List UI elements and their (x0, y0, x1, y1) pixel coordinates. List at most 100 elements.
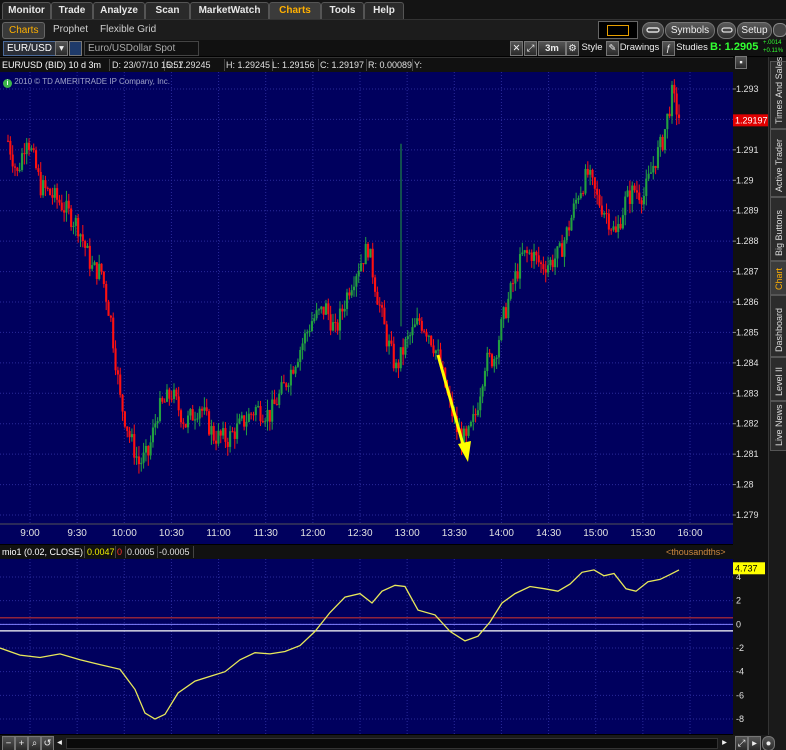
magnifier-icon[interactable]: ⌕ (28, 736, 41, 750)
chart-menu-icon[interactable]: ▪ (735, 56, 747, 69)
fit-icon[interactable]: ▸ (748, 736, 761, 750)
candle-body (222, 428, 225, 436)
menu-tab-help[interactable]: Help (364, 2, 404, 19)
candle-body (30, 148, 33, 150)
candle-body (504, 307, 508, 319)
candle-body (556, 246, 559, 259)
candle-body (476, 410, 479, 416)
candle-body (18, 169, 21, 171)
candle-body (158, 398, 162, 422)
ticker-box[interactable] (598, 21, 638, 39)
indicator-pane[interactable] (0, 559, 733, 734)
link-group-icon[interactable] (69, 41, 82, 56)
reset-zoom-icon[interactable]: ↺ (41, 736, 54, 750)
menu-tab-scan[interactable]: Scan (145, 2, 190, 19)
side-tab-chart[interactable]: Chart (770, 261, 786, 295)
symbol-dropdown-icon[interactable]: ▾ (55, 41, 68, 56)
symbol-input[interactable]: EUR/USD (3, 41, 56, 56)
candle-body (203, 407, 206, 411)
candle-body (130, 434, 133, 438)
candle-body (282, 382, 285, 384)
candle-body (516, 271, 519, 279)
candle-body (259, 406, 262, 422)
time-tick-label: 13:00 (395, 528, 420, 539)
candle-body (63, 210, 66, 213)
subtab-flexible-grid[interactable]: Flexible Grid (94, 22, 162, 37)
bar-open: O: 1.29245 (164, 59, 225, 71)
studies-icon[interactable]: ƒ (662, 41, 675, 56)
scroll-right-icon[interactable]: ▸ (720, 736, 729, 749)
side-tab-label: Live News (774, 404, 784, 446)
window-close-icon[interactable] (773, 23, 786, 37)
candle-body (378, 304, 381, 306)
candle-body (137, 456, 140, 465)
menu-tab-tools[interactable]: Tools (321, 2, 364, 19)
candle-body (483, 370, 486, 387)
candle-body (490, 354, 494, 367)
zoom-out-icon[interactable]: − (2, 736, 15, 750)
drawings-button[interactable]: Drawings (619, 41, 660, 54)
side-tab-live-news[interactable]: Live News (770, 401, 786, 451)
candle-body (226, 441, 229, 447)
menu-tab-marketwatch[interactable]: MarketWatch (190, 2, 269, 19)
info-icon[interactable]: i (3, 79, 12, 88)
menu-tab-charts[interactable]: Charts (269, 2, 321, 19)
side-tab-dashboard[interactable]: Dashboard (770, 295, 786, 357)
candle-body (287, 385, 290, 388)
side-tab-level-ii[interactable]: Level II (770, 357, 786, 401)
candle-body (11, 154, 14, 167)
candle-body (437, 349, 440, 351)
candle-body (343, 309, 346, 312)
candle-body (151, 427, 155, 443)
candle-body (357, 271, 360, 277)
candle-body (385, 324, 388, 347)
gear-icon[interactable]: ⚙ (566, 41, 579, 56)
candle-body (275, 403, 278, 405)
ticker-indicator (607, 25, 629, 36)
side-tab-active-trader[interactable]: Active Trader (770, 129, 786, 197)
candle-body (523, 250, 526, 253)
studies-button[interactable]: Studies (675, 41, 709, 54)
candle-body (338, 308, 342, 331)
subtab-charts[interactable]: Charts (2, 22, 46, 39)
price-chart[interactable]: 9:00 9:30 10:00 10:30 11:00 11:30 12:00 12:30 13… (0, 72, 733, 544)
timeframe-button[interactable]: 3m (538, 41, 566, 56)
candle-body (350, 290, 353, 296)
price-chart-svg[interactable]: 9:00 9:30 10:00 10:30 11:00 11:30 12:00 12:30 13… (0, 72, 733, 544)
zoom-in-icon[interactable]: + (15, 736, 28, 750)
menu-tab-analyze[interactable]: Analyze (93, 2, 145, 19)
setup-icon-button[interactable] (717, 22, 736, 39)
setup-button[interactable]: Setup (737, 22, 772, 39)
candle-body (315, 310, 318, 319)
symbols-link-button[interactable] (642, 22, 664, 39)
candle-body (603, 213, 606, 215)
side-tab-times-and-sales[interactable]: Times And Sales (770, 57, 786, 129)
candle-body (388, 340, 391, 347)
settings-circle-icon[interactable]: ● (762, 736, 775, 750)
candle-body (369, 248, 372, 258)
scroll-left-icon[interactable]: ◂ (55, 736, 64, 749)
candle-body (56, 188, 59, 200)
crosshair-icon[interactable]: ✕ (510, 41, 523, 56)
price-scale[interactable]: 1.2931.2921.2911.291.2891.2881.2871.2861… (733, 56, 768, 735)
candle-body (144, 445, 147, 453)
time-tick-label: 12:30 (347, 528, 372, 539)
horizontal-scrollbar[interactable] (66, 738, 718, 749)
candle-body (551, 259, 554, 268)
candle-body (416, 318, 419, 325)
candle-body (91, 265, 94, 269)
indicator-svg[interactable] (0, 559, 733, 734)
zoom-icon[interactable]: ⤢ (524, 41, 537, 56)
subtab-prophet[interactable]: Prophet (47, 22, 94, 37)
menu-tab-trade[interactable]: Trade (51, 2, 93, 19)
candle-body (497, 340, 501, 358)
style-button[interactable]: Style (580, 41, 604, 54)
expand-icon[interactable]: ⤢ (735, 736, 748, 750)
pencil-icon[interactable]: ✎ (606, 41, 619, 56)
side-tab-label: Active Trader (774, 138, 784, 192)
candle-body (633, 185, 636, 191)
side-tab-big-buttons[interactable]: Big Buttons (770, 197, 786, 261)
candle-body (121, 394, 124, 412)
symbols-button[interactable]: Symbols (665, 22, 715, 39)
menu-tab-monitor[interactable]: Monitor (2, 2, 51, 19)
